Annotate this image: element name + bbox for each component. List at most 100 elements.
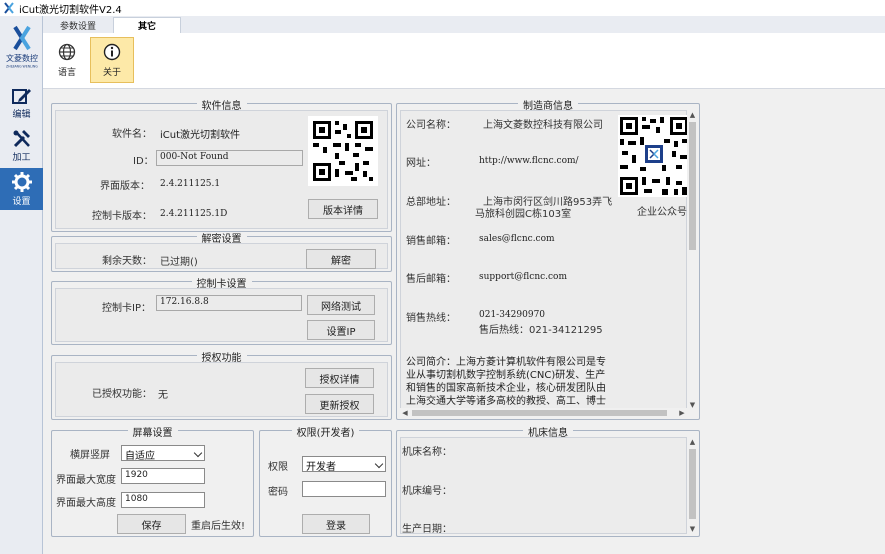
company-intro: 公司简介：上海方菱计算机软件有限公司是专业从事切割机数字控制系统(CNC)研发、… xyxy=(406,357,606,414)
scrollbar-thumb[interactable] xyxy=(689,449,696,519)
sales-email-value: sales@flcnc.com xyxy=(479,234,555,244)
address-label: 总部地址： xyxy=(406,197,456,208)
tab-other[interactable]: 其它 xyxy=(113,17,181,33)
license-group: 授权功能 已授权功能： 无 授权详情 更新授权 xyxy=(51,353,392,420)
left-sidebar: 文菱数控 ZHEJIANG WENLING 编辑 加工 设置 xyxy=(0,16,43,554)
scroll-up-icon[interactable]: ▲ xyxy=(687,110,698,120)
machine-info-panel: 机床名称： 机床编号： 生产日期： xyxy=(400,437,687,535)
restart-note: 重启后生效! xyxy=(191,521,246,532)
sidebar-item-settings[interactable]: 设置 xyxy=(0,168,43,210)
orientation-select[interactable]: 自适应 xyxy=(121,445,205,462)
support-email-label: 售后邮箱： xyxy=(406,274,456,285)
sidebar-item-process[interactable]: 加工 xyxy=(0,125,43,167)
support-email-value: support@flcnc.com xyxy=(479,272,568,282)
logo-name: 文菱数控 xyxy=(6,54,38,63)
ribbon-toolbar: 语言 关于 xyxy=(43,33,885,89)
scrollbar-thumb[interactable] xyxy=(412,410,667,416)
software-name-label: 软件名： xyxy=(112,129,152,140)
tab-bar: 参数设置 其它 xyxy=(43,16,885,33)
wechat-qr-code xyxy=(618,115,690,197)
support-hotline-value: 售后热线：021-34121295 xyxy=(479,325,603,336)
id-label: ID： xyxy=(133,156,154,167)
manufacturer-group: 制造商信息 公司名称： 上海文菱数控科技有限公司 网址： http://www.… xyxy=(396,101,700,420)
sales-hotline-value: 021-34290970 xyxy=(479,310,546,320)
licensed-features-label: 已授权功能： xyxy=(92,389,152,400)
manufacturer-horizontal-scrollbar[interactable]: ◀ ▶ xyxy=(400,408,687,418)
company-logo: 文菱数控 ZHEJIANG WENLING xyxy=(2,24,42,84)
machine-info-vertical-scrollbar[interactable]: ▲ ▼ xyxy=(687,437,698,534)
website-label: 网址： xyxy=(406,158,436,169)
about-button[interactable]: 关于 xyxy=(90,37,134,83)
max-height-label: 界面最大高度 xyxy=(56,498,116,509)
remaining-days-value: 已过期() xyxy=(160,257,198,268)
sidebar-item-edit[interactable]: 编辑 xyxy=(0,82,43,124)
ui-version-label: 界面版本： xyxy=(100,181,150,192)
version-detail-button[interactable]: 版本详情 xyxy=(308,199,378,219)
card-settings-group: 控制卡设置 控制卡IP： 172.16.8.8 网络测试 设置IP xyxy=(51,279,392,345)
decrypt-button[interactable]: 解密 xyxy=(306,249,376,269)
max-width-label: 界面最大宽度 xyxy=(56,475,116,486)
manufacturer-panel: 公司名称： 上海文菱数控科技有限公司 网址： http://www.flcnc.… xyxy=(400,110,690,414)
tools-icon xyxy=(13,129,30,147)
sidebar-item-label: 编辑 xyxy=(12,109,31,120)
license-detail-button[interactable]: 授权详情 xyxy=(305,368,374,388)
qr-code-icon xyxy=(620,117,688,195)
title-bar: iCut激光切割软件V2.4 xyxy=(0,0,885,16)
window-title: iCut激光切割软件V2.4 xyxy=(19,4,122,16)
card-settings-panel: 控制卡IP： 172.16.8.8 网络测试 设置IP xyxy=(55,288,388,342)
company-name-label: 公司名称： xyxy=(406,120,456,131)
gear-icon xyxy=(11,171,32,192)
edit-icon xyxy=(11,88,31,104)
role-select[interactable]: 开发者 xyxy=(302,456,386,473)
save-button[interactable]: 保存 xyxy=(117,514,186,534)
max-height-input[interactable]: 1080 xyxy=(121,492,205,508)
orientation-label: 横屏竖屏 xyxy=(70,450,110,461)
language-label: 语言 xyxy=(57,67,76,78)
ui-version-value: 2.4.211125.1 xyxy=(160,179,221,189)
chevron-down-icon xyxy=(193,448,203,458)
manufacturer-vertical-scrollbar[interactable]: ▲ ▼ xyxy=(687,110,698,410)
card-ip-label: 控制卡IP： xyxy=(102,303,151,314)
set-ip-button[interactable]: 设置IP xyxy=(307,320,375,340)
machine-info-group: 机床信息 机床名称： 机床编号： 生产日期： ▲ ▼ xyxy=(396,428,700,537)
language-button[interactable]: 语言 xyxy=(45,37,89,83)
software-info-group: 软件信息 软件名： iCut激光切割软件 ID： 000-Not Found 界… xyxy=(51,101,392,232)
scroll-up-icon[interactable]: ▲ xyxy=(687,437,698,447)
screen-settings-title: 屏幕设置 xyxy=(127,428,178,439)
card-version-value: 2.4.211125.1D xyxy=(160,209,228,219)
scroll-right-icon[interactable]: ▶ xyxy=(677,408,687,418)
scroll-left-icon[interactable]: ◀ xyxy=(400,408,410,418)
company-name-value: 上海文菱数控科技有限公司 xyxy=(483,120,603,131)
scroll-down-icon[interactable]: ▼ xyxy=(687,400,698,410)
tab-parameter-settings[interactable]: 参数设置 xyxy=(43,17,113,33)
licensed-features-value: 无 xyxy=(158,390,168,401)
machine-name-label: 机床名称： xyxy=(402,447,452,458)
globe-icon xyxy=(58,43,76,60)
id-field[interactable]: 000-Not Found xyxy=(156,150,303,166)
scrollbar-thumb[interactable] xyxy=(689,122,696,250)
sales-hotline-label: 销售热线： xyxy=(406,313,456,324)
production-date-label: 生产日期： xyxy=(402,524,452,535)
info-icon xyxy=(103,43,121,60)
scroll-down-icon[interactable]: ▼ xyxy=(687,524,698,534)
logo-icon xyxy=(13,25,31,51)
about-label: 关于 xyxy=(102,67,121,78)
license-panel: 已授权功能： 无 授权详情 更新授权 xyxy=(55,362,388,417)
software-info-panel: 软件名： iCut激光切割软件 ID： 000-Not Found 界面版本： … xyxy=(55,110,388,229)
logo-subtitle: ZHEJIANG WENLING xyxy=(6,64,38,69)
update-license-button[interactable]: 更新授权 xyxy=(305,394,374,414)
software-qr-code xyxy=(308,116,378,186)
login-button[interactable]: 登录 xyxy=(302,514,370,534)
password-input[interactable] xyxy=(302,481,386,497)
website-value: http://www.flcnc.com/ xyxy=(479,156,579,166)
screen-settings-group: 屏幕设置 横屏竖屏 自适应 界面最大宽度 1920 界面最大高度 1080 保存… xyxy=(51,428,254,537)
role-label: 权限 xyxy=(268,462,288,473)
decrypt-group: 解密设置 剩余天数： 已过期() 解密 xyxy=(51,234,392,272)
address-line2: 马旅科创园C栋103室 xyxy=(475,209,572,220)
max-width-input[interactable]: 1920 xyxy=(121,468,205,484)
network-test-button[interactable]: 网络测试 xyxy=(307,295,375,315)
sidebar-item-label: 加工 xyxy=(12,152,31,163)
wechat-label: 企业公众号 xyxy=(637,207,687,218)
sales-email-label: 销售邮箱： xyxy=(406,236,456,247)
card-ip-field[interactable]: 172.16.8.8 xyxy=(156,295,302,311)
